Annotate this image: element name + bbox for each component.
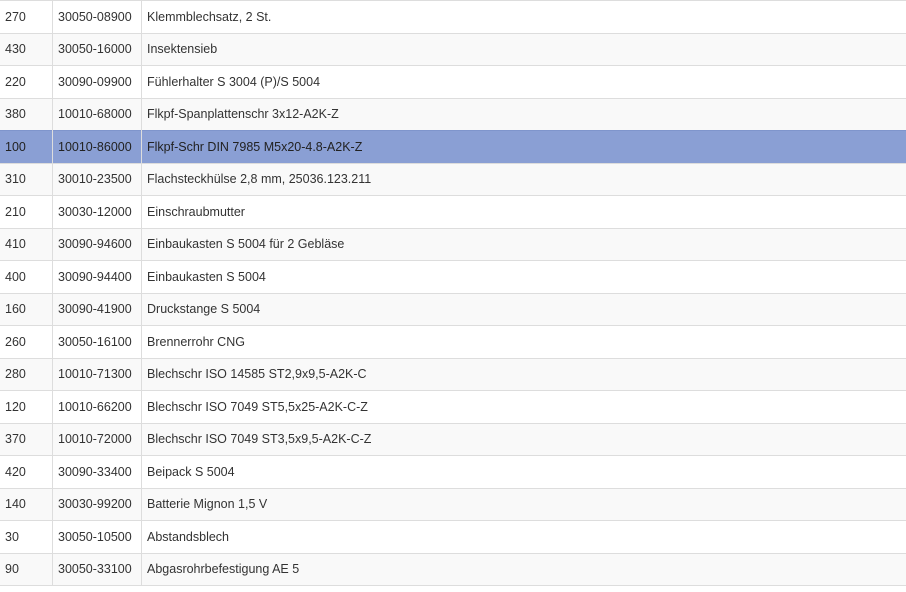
position-cell: 370 — [0, 422, 53, 456]
position-cell: 30 — [0, 520, 53, 553]
article-number-cell: 30090-94400 — [52, 260, 142, 293]
table-row[interactable]: 120 10010-66200 Blechschr ISO 7049 ST5,5x2… — [0, 390, 906, 423]
position-cell: 260 — [0, 325, 53, 358]
description-cell: Insektensieb — [141, 32, 906, 66]
article-number-cell: 30090-33400 — [52, 455, 142, 488]
table-row[interactable]: 430 30050-16000 Insektensieb — [0, 32, 906, 66]
article-number-cell: 30050-33100 — [52, 552, 142, 586]
article-number-cell: 30090-09900 — [52, 65, 142, 98]
article-number-cell: 30030-99200 — [52, 487, 142, 521]
article-number-cell: 10010-72000 — [52, 422, 142, 456]
position-cell: 400 — [0, 260, 53, 293]
table-row[interactable]: 310 30010-23500 Flachsteckhülse 2,8 mm, 25… — [0, 162, 906, 196]
table-row[interactable]: 370 10010-72000 Blechschr ISO 7049 ST3,5x9… — [0, 422, 906, 456]
table-row[interactable]: 270 30050-08900 Klemmblechsatz, 2 St. — [0, 0, 906, 33]
description-cell: Abstandsblech — [141, 520, 906, 553]
table-row[interactable]: 160 30090-41900 Druckstange S 5004 — [0, 292, 906, 326]
description-cell: Einbaukasten S 5004 für 2 Gebläse — [141, 227, 906, 261]
description-cell: Batterie Mignon 1,5 V — [141, 487, 906, 521]
table-row[interactable]: 280 10010-71300 Blechschr ISO 14585 ST2,9x… — [0, 357, 906, 391]
description-cell: Blechschr ISO 7049 ST5,5x25-A2K-C-Z — [141, 390, 906, 423]
article-number-cell: 30050-16000 — [52, 32, 142, 66]
article-number-cell: 30090-94600 — [52, 227, 142, 261]
article-number-cell: 30030-12000 — [52, 195, 142, 228]
position-cell: 420 — [0, 455, 53, 488]
article-number-cell: 30010-23500 — [52, 162, 142, 196]
table-row[interactable]: 260 30050-16100 Brennerrohr CNG — [0, 325, 906, 358]
table-row-selected[interactable]: 100 10010-86000 Flkpf-Schr DIN 7985 M5x20-… — [0, 130, 906, 163]
description-cell: Blechschr ISO 7049 ST3,5x9,5-A2K-C-Z — [141, 422, 906, 456]
table-row[interactable]: 90 30050-33100 Abgasrohrbefestigung AE 5 — [0, 552, 906, 586]
description-cell: Blechschr ISO 14585 ST2,9x9,5-A2K-C — [141, 357, 906, 391]
article-number-cell: 10010-86000 — [52, 130, 142, 163]
position-cell: 310 — [0, 162, 53, 196]
article-number-cell: 10010-71300 — [52, 357, 142, 391]
description-cell: Abgasrohrbefestigung AE 5 — [141, 552, 906, 586]
position-cell: 100 — [0, 130, 53, 163]
description-cell: Flkpf-Spanplattenschr 3x12-A2K-Z — [141, 97, 906, 131]
article-number-cell: 30090-41900 — [52, 292, 142, 326]
description-cell: Brennerrohr CNG — [141, 325, 906, 358]
table-row[interactable]: 210 30030-12000 Einschraubmutter — [0, 195, 906, 228]
article-number-cell: 30050-10500 — [52, 520, 142, 553]
article-number-cell: 30050-16100 — [52, 325, 142, 358]
article-number-cell: 10010-68000 — [52, 97, 142, 131]
position-cell: 120 — [0, 390, 53, 423]
table-row[interactable]: 400 30090-94400 Einbaukasten S 5004 — [0, 260, 906, 293]
position-cell: 90 — [0, 552, 53, 586]
position-cell: 270 — [0, 0, 53, 33]
parts-table-body: 270 30050-08900 Klemmblechsatz, 2 St. 430 30… — [0, 0, 906, 586]
description-cell: Druckstange S 5004 — [141, 292, 906, 326]
article-number-cell: 10010-66200 — [52, 390, 142, 423]
parts-table: 270 30050-08900 Klemmblechsatz, 2 St. 430 30… — [0, 0, 906, 586]
table-row[interactable]: 220 30090-09900 Fühlerhalter S 3004 (P)/S … — [0, 65, 906, 98]
description-cell: Einbaukasten S 5004 — [141, 260, 906, 293]
position-cell: 220 — [0, 65, 53, 98]
position-cell: 410 — [0, 227, 53, 261]
description-cell: Fühlerhalter S 3004 (P)/S 5004 — [141, 65, 906, 98]
table-row[interactable]: 380 10010-68000 Flkpf-Spanplattenschr 3x12… — [0, 97, 906, 131]
table-row[interactable]: 420 30090-33400 Beipack S 5004 — [0, 455, 906, 488]
table-row[interactable]: 30 30050-10500 Abstandsblech — [0, 520, 906, 553]
position-cell: 210 — [0, 195, 53, 228]
description-cell: Klemmblechsatz, 2 St. — [141, 0, 906, 33]
article-number-cell: 30050-08900 — [52, 0, 142, 33]
position-cell: 160 — [0, 292, 53, 326]
position-cell: 430 — [0, 32, 53, 66]
description-cell: Flkpf-Schr DIN 7985 M5x20-4.8-A2K-Z — [141, 130, 906, 163]
table-row[interactable]: 140 30030-99200 Batterie Mignon 1,5 V — [0, 487, 906, 521]
description-cell: Flachsteckhülse 2,8 mm, 25036.123.211 — [141, 162, 906, 196]
position-cell: 140 — [0, 487, 53, 521]
table-row[interactable]: 410 30090-94600 Einbaukasten S 5004 für 2 … — [0, 227, 906, 261]
description-cell: Einschraubmutter — [141, 195, 906, 228]
position-cell: 380 — [0, 97, 53, 131]
description-cell: Beipack S 5004 — [141, 455, 906, 488]
position-cell: 280 — [0, 357, 53, 391]
